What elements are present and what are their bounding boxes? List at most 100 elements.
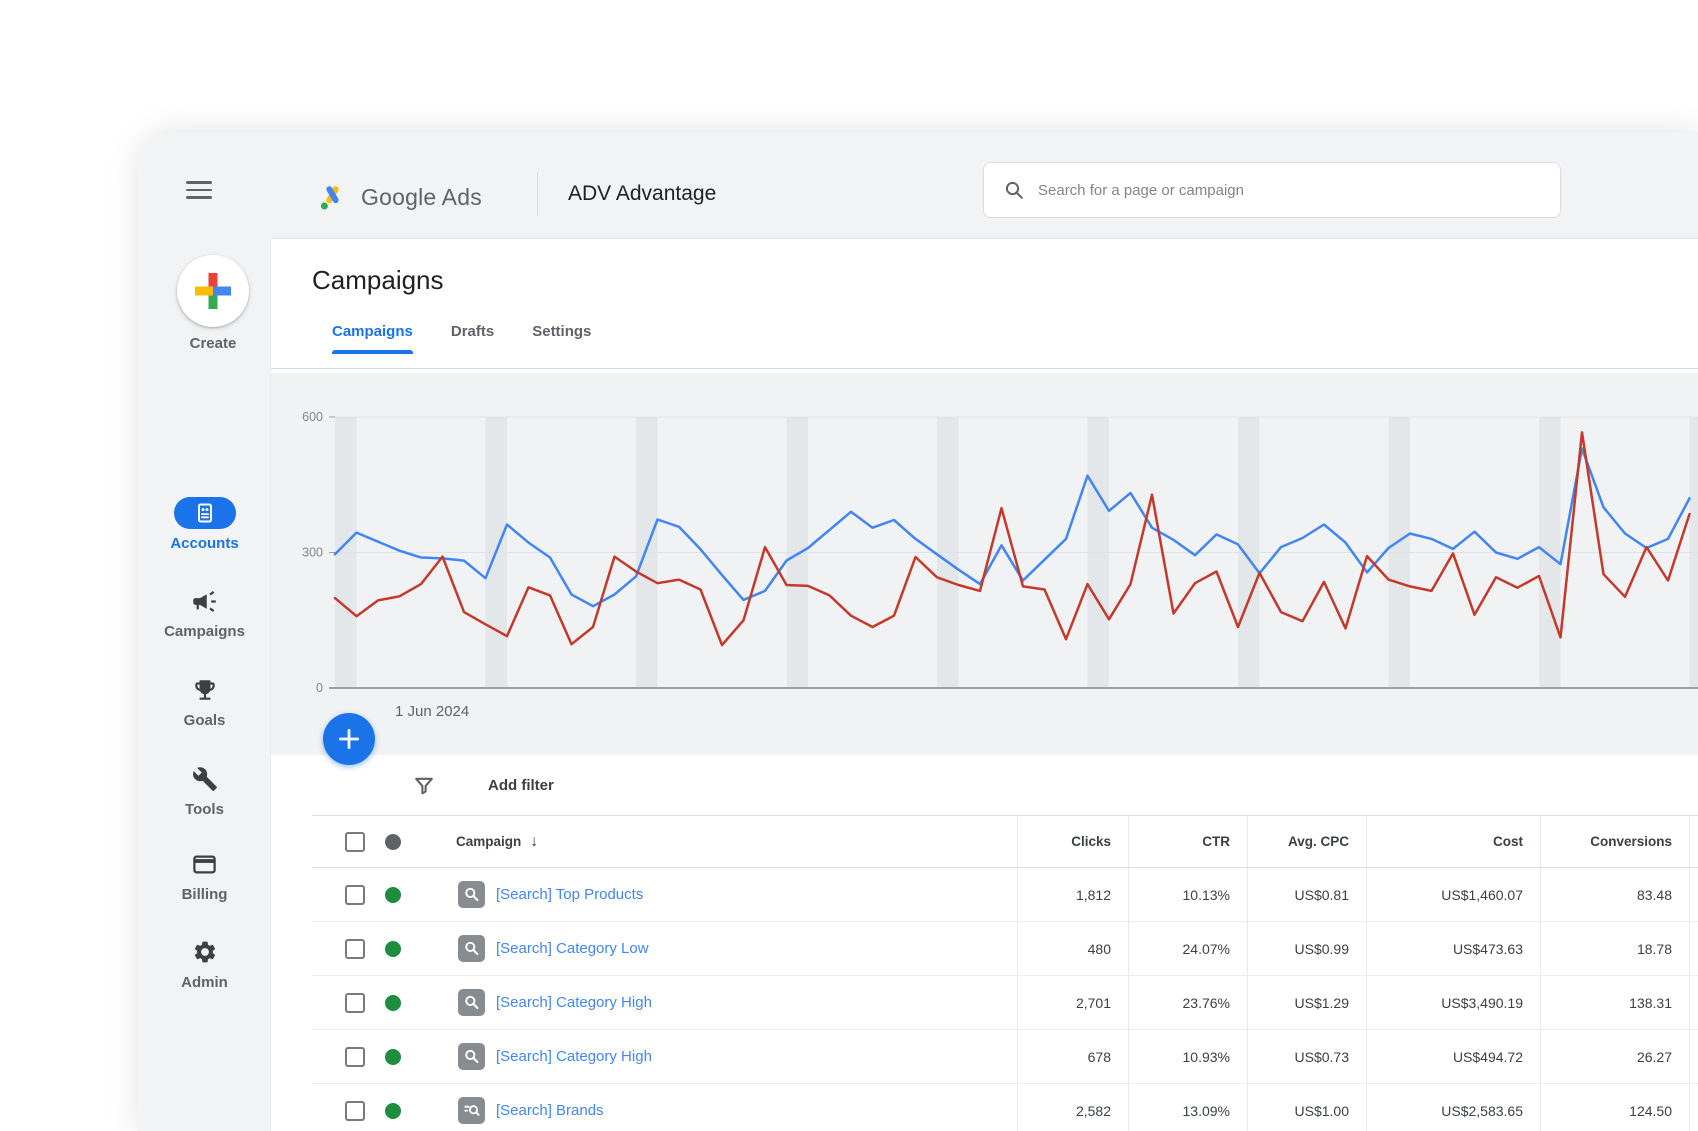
google-ads-logo: Google Ads: [317, 182, 482, 213]
table-row: [Search] Brands 2,582 13.09% US$1.00 US$…: [312, 1084, 1698, 1131]
row-checkbox[interactable]: [345, 939, 365, 959]
sidebar-item-admin[interactable]: Admin: [138, 936, 271, 991]
sidebar-item-label: Tools: [138, 801, 271, 818]
add-campaign-fab[interactable]: [323, 713, 375, 765]
add-filter-label: Add filter: [488, 777, 554, 794]
global-search[interactable]: [983, 162, 1561, 218]
sidebar-item-label: Goals: [138, 712, 271, 729]
campaign-type-search-icon: [458, 881, 485, 908]
campaign-header-cell: Campaign ↓: [312, 816, 1017, 867]
column-header-campaign[interactable]: Campaign: [456, 834, 521, 849]
create-plus-icon: [194, 272, 232, 310]
conversions-cell: 26.27: [1540, 1030, 1689, 1083]
app-header: Google Ads ADV Advantage: [138, 132, 1698, 238]
clicks-cell: 480: [1017, 922, 1128, 975]
column-header-ctr[interactable]: CTR: [1128, 816, 1247, 867]
tools-icon: [192, 766, 218, 792]
campaign-cell: [Search] Category High: [312, 1030, 1017, 1083]
active-pill: [174, 497, 236, 529]
row-checkbox[interactable]: [345, 993, 365, 1013]
campaign-link[interactable]: [Search] Category Low: [496, 940, 649, 957]
search-input[interactable]: [1038, 182, 1540, 199]
main-content: Campaigns Campaigns Drafts Settings 0300…: [271, 239, 1698, 1131]
conversions-cell: 83.48: [1540, 868, 1689, 921]
column-header-cost[interactable]: Cost: [1366, 816, 1540, 867]
brand-name: Google Ads: [361, 184, 482, 211]
column-header-avg-cpc[interactable]: Avg. CPC: [1247, 816, 1366, 867]
sidebar-item-label: Admin: [138, 974, 271, 991]
tab-bar: Campaigns Drafts Settings: [332, 323, 591, 354]
row-stub-cell: [1689, 1030, 1698, 1083]
conversions-cell: 138.31: [1540, 976, 1689, 1029]
campaign-cell: [Search] Brands: [312, 1084, 1017, 1131]
ctr-cell: 10.93%: [1128, 1030, 1247, 1083]
sidebar-item-campaigns[interactable]: Campaigns: [138, 585, 271, 640]
avg-cpc-cell: US$1.29: [1247, 976, 1366, 1029]
select-all-checkbox[interactable]: [345, 832, 365, 852]
status-filter-dot[interactable]: [385, 834, 401, 850]
sidebar-item-accounts[interactable]: Accounts: [138, 497, 271, 552]
page-title: Campaigns: [312, 265, 444, 296]
row-stub-cell: [1689, 922, 1698, 975]
row-stub-cell: [1689, 868, 1698, 921]
ctr-cell: 10.13%: [1128, 868, 1247, 921]
status-enabled-dot: [385, 1103, 401, 1119]
megaphone-icon: [191, 588, 218, 615]
ctr-cell: 23.76%: [1128, 976, 1247, 1029]
column-header-conversions[interactable]: Conversions: [1540, 816, 1689, 867]
row-checkbox[interactable]: [345, 1101, 365, 1121]
column-header-clicks[interactable]: Clicks: [1017, 816, 1128, 867]
status-enabled-dot: [385, 941, 401, 957]
status-enabled-dot: [385, 995, 401, 1011]
campaign-type-search-list-icon: [458, 1097, 485, 1124]
tab-settings[interactable]: Settings: [532, 323, 591, 354]
avg-cpc-cell: US$0.73: [1247, 1030, 1366, 1083]
performance-chart: 0300600: [271, 373, 1698, 755]
sidebar: Create Accounts C: [138, 239, 271, 1131]
sidebar-item-label: Create: [163, 335, 263, 352]
tab-campaigns[interactable]: Campaigns: [332, 323, 413, 354]
header-stub-cell: [1689, 816, 1698, 867]
sidebar-item-label: Accounts: [138, 535, 271, 552]
cost-cell: US$2,583.65: [1366, 1084, 1540, 1131]
gear-icon: [192, 939, 218, 965]
search-icon: [1004, 180, 1024, 200]
row-stub-cell: [1689, 976, 1698, 1029]
svg-text:300: 300: [302, 546, 323, 560]
row-checkbox[interactable]: [345, 885, 365, 905]
campaign-link[interactable]: [Search] Brands: [496, 1102, 604, 1119]
table-row: [Search] Category High 678 10.93% US$0.7…: [312, 1030, 1698, 1084]
menu-icon[interactable]: [186, 181, 212, 199]
table-body: [Search] Top Products 1,812 10.13% US$0.…: [312, 868, 1698, 1131]
sidebar-item-label: Billing: [138, 886, 271, 903]
chart-start-date-label: 1 Jun 2024: [395, 703, 469, 720]
sidebar-item-tools[interactable]: Tools: [138, 763, 271, 818]
ctr-cell: 24.07%: [1128, 922, 1247, 975]
status-enabled-dot: [385, 1049, 401, 1065]
avg-cpc-cell: US$1.00: [1247, 1084, 1366, 1131]
campaign-link[interactable]: [Search] Top Products: [496, 886, 643, 903]
campaign-link[interactable]: [Search] Category High: [496, 994, 652, 1011]
accounts-icon: [193, 501, 217, 525]
header-divider: [537, 172, 538, 216]
clicks-cell: 678: [1017, 1030, 1128, 1083]
campaign-cell: [Search] Top Products: [312, 868, 1017, 921]
row-stub-cell: [1689, 1084, 1698, 1131]
svg-text:600: 600: [302, 410, 323, 424]
cost-cell: US$473.63: [1366, 922, 1540, 975]
avg-cpc-cell: US$0.81: [1247, 868, 1366, 921]
status-enabled-dot: [385, 887, 401, 903]
sort-desc-icon: ↓: [530, 833, 538, 851]
row-checkbox[interactable]: [345, 1047, 365, 1067]
clicks-cell: 1,812: [1017, 868, 1128, 921]
cost-cell: US$494.72: [1366, 1030, 1540, 1083]
sidebar-item-goals[interactable]: Goals: [138, 674, 271, 729]
sidebar-item-label: Campaigns: [138, 623, 271, 640]
sidebar-item-create[interactable]: Create: [163, 255, 263, 352]
cost-cell: US$1,460.07: [1366, 868, 1540, 921]
plus-icon: [338, 728, 360, 750]
tab-drafts[interactable]: Drafts: [451, 323, 494, 354]
campaign-link[interactable]: [Search] Category High: [496, 1048, 652, 1065]
add-filter-button[interactable]: Add filter: [412, 756, 554, 815]
sidebar-item-billing[interactable]: Billing: [138, 848, 271, 903]
